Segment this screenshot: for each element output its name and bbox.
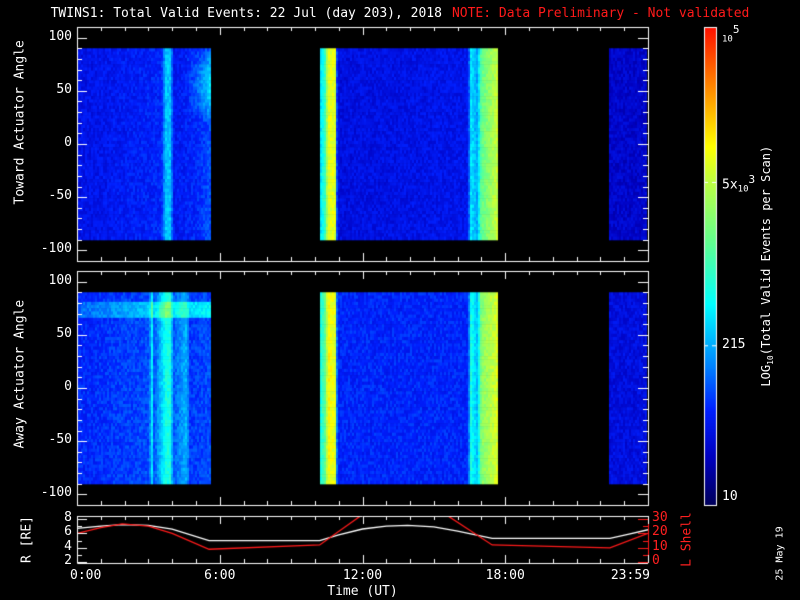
ytick-label: 100 xyxy=(48,28,72,44)
lshell-tick-label: 30 xyxy=(652,509,668,525)
toward-ylabel: Toward Actuator Angle xyxy=(12,40,28,205)
title-main: TWINS1: Total Valid Events: 22 Jul (day … xyxy=(50,6,442,21)
ytick-label: -100 xyxy=(40,485,72,501)
ytick-label: 50 xyxy=(56,325,72,341)
r-tick-label: 2 xyxy=(64,553,72,569)
time-tick-label: 6:00 xyxy=(204,568,236,583)
r-tick-label: 4 xyxy=(64,538,72,554)
preliminary-note: NOTE: Data Preliminary - Not validated xyxy=(451,6,750,21)
colorbar-tick-label: 215 xyxy=(722,336,746,352)
r-tick-label: 8 xyxy=(64,509,72,525)
ytick-label: 50 xyxy=(56,81,72,97)
time-tick-label: 23:59 xyxy=(610,568,650,583)
colorbar-label: LOG10(Total Valid Events per Scan) xyxy=(758,145,776,387)
lshell-ylabel: L Shell xyxy=(679,512,695,567)
time-xlabel: Time (UT) xyxy=(327,584,398,599)
time-tick-label: 12:00 xyxy=(342,568,383,583)
ytick-label: 0 xyxy=(64,135,72,150)
plot-title: TWINS1: Total Valid Events: 22 Jul (day … xyxy=(0,6,800,21)
colorbar-tick-label: 5x103 xyxy=(722,173,756,195)
r-ylabel: R [RE] xyxy=(19,516,35,563)
ytick-label: -50 xyxy=(48,188,72,204)
time-tick-label: 18:00 xyxy=(485,568,525,583)
away-ylabel: Away Actuator Angle xyxy=(12,299,28,449)
colorbar-tick-label: 105 xyxy=(722,23,740,45)
colorbar-tick-label: 10 xyxy=(722,489,738,504)
lshell-tick-label: 10 xyxy=(652,538,668,554)
r-tick-label: 6 xyxy=(64,524,72,540)
ytick-label: -50 xyxy=(48,432,72,448)
ytick-label: 100 xyxy=(48,272,72,288)
lshell-tick-label: 0 xyxy=(652,553,660,569)
ytick-label: -100 xyxy=(40,241,72,257)
ytick-label: 0 xyxy=(64,379,72,394)
time-tick-label: 0:00 xyxy=(70,568,102,583)
date-stamp: 25 May 19 xyxy=(774,526,786,581)
lshell-tick-label: 20 xyxy=(652,524,668,540)
